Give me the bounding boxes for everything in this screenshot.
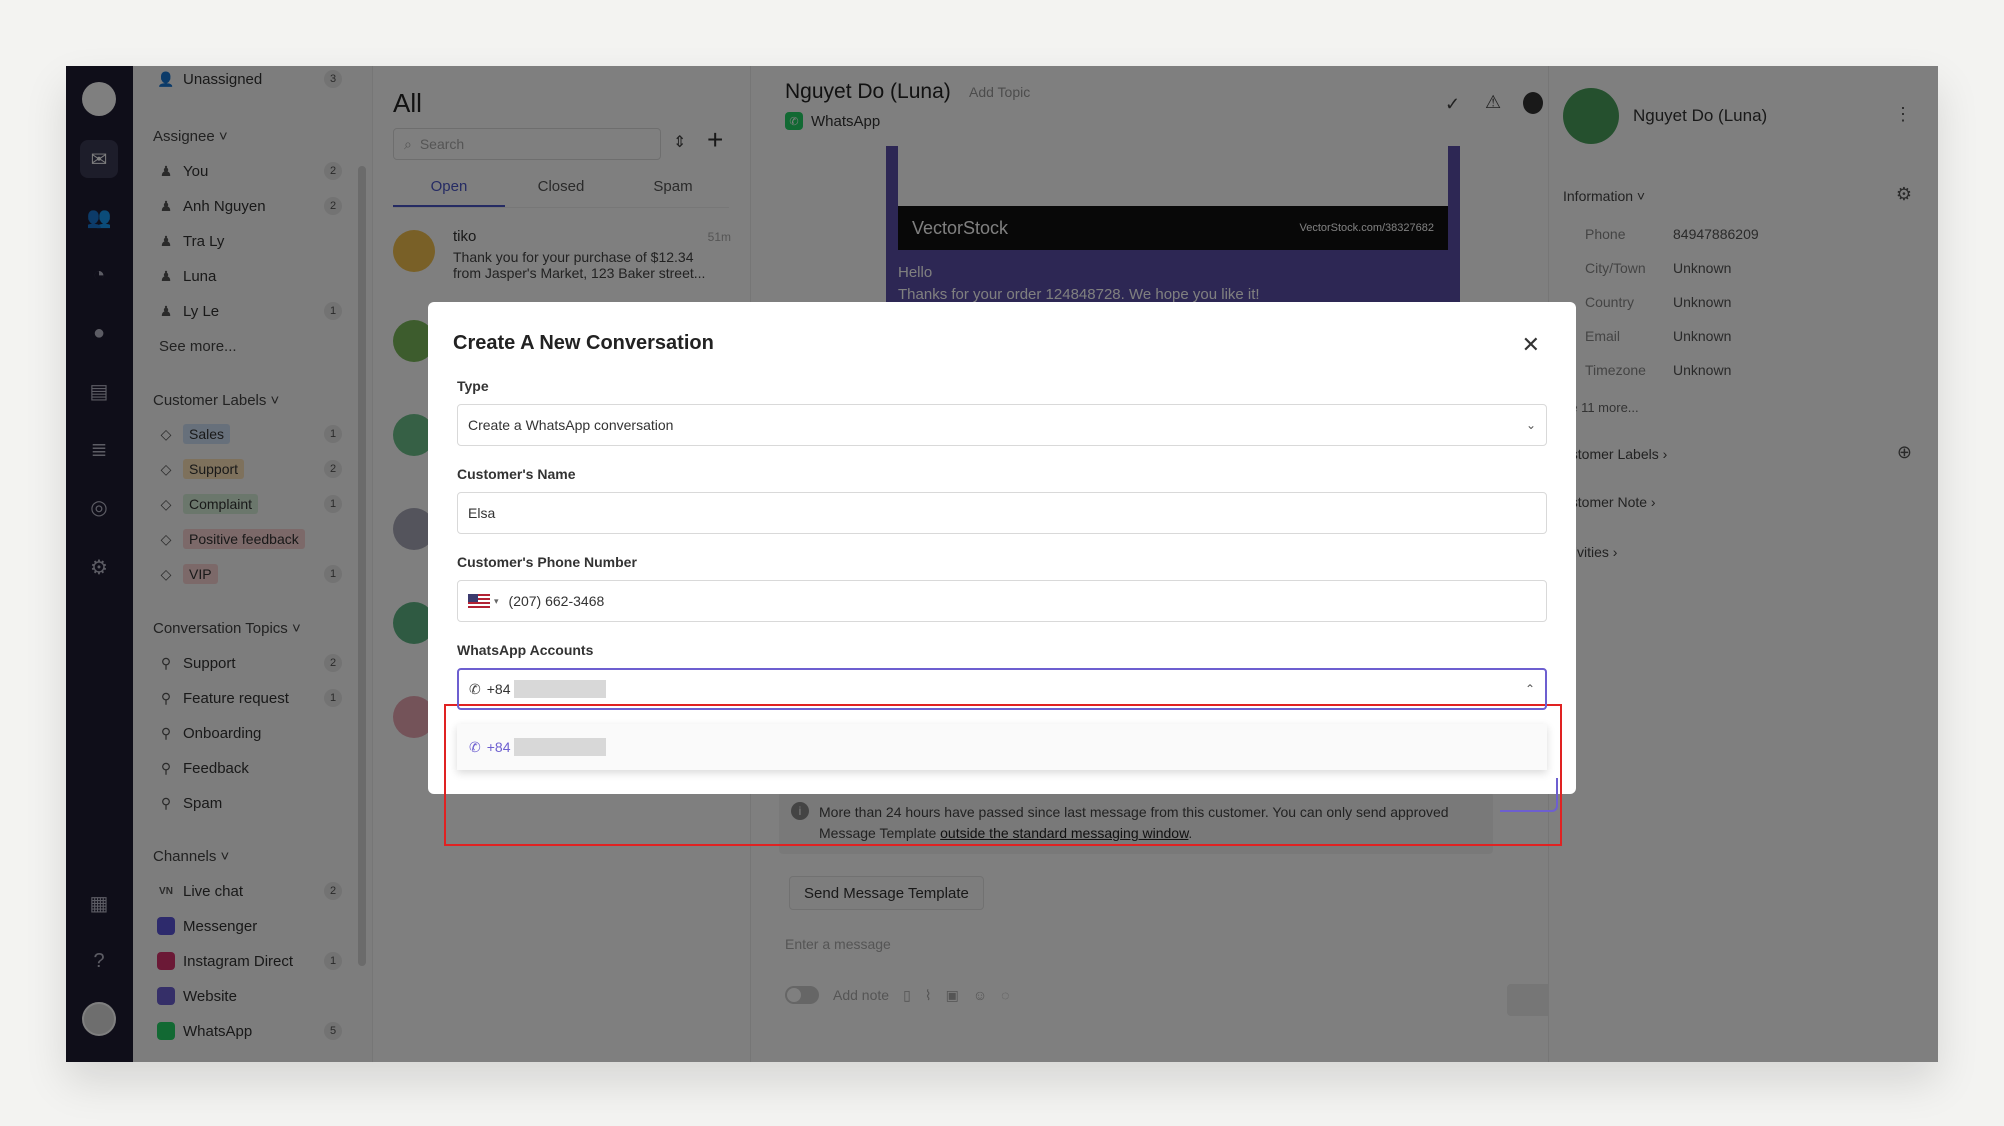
type-value: Create a WhatsApp conversation xyxy=(468,417,674,433)
phone-icon: ✆ xyxy=(469,680,481,697)
phone-number-input[interactable]: ▾ (207) 662-3468 xyxy=(457,580,1547,622)
customer-name-input[interactable]: Elsa xyxy=(457,492,1547,534)
phone-value: (207) 662-3468 xyxy=(508,593,605,609)
chevron-up-icon: ⌃ xyxy=(1524,682,1535,696)
modal-title: Create A New Conversation xyxy=(453,332,714,354)
whatsapp-account-option[interactable]: ✆ +84 xyxy=(457,724,1547,770)
type-select[interactable]: Create a WhatsApp conversation ⌄ xyxy=(457,404,1547,446)
us-flag-icon[interactable] xyxy=(468,594,490,608)
option-value: +84 xyxy=(486,739,511,755)
type-label: Type xyxy=(457,378,489,394)
phone-icon: ✆ xyxy=(469,738,481,755)
phone-label: Customer's Phone Number xyxy=(457,554,637,570)
chevron-down-icon: ⌄ xyxy=(1525,418,1536,432)
name-label: Customer's Name xyxy=(457,466,576,482)
create-conversation-modal: Create A New Conversation ✕ Type Create … xyxy=(428,302,1576,846)
redacted-number xyxy=(514,738,607,756)
account-value: +84 xyxy=(486,681,511,697)
whatsapp-accounts-select[interactable]: ✆ +84 ⌃ xyxy=(457,668,1547,710)
name-value: Elsa xyxy=(468,505,496,521)
close-icon[interactable]: ✕ xyxy=(1522,332,1540,358)
app-window: ✉ 👥 ◔ ● ▤ ≣ ◎ ⚙ ▦ ? 👤 Unassigned 3 Assig… xyxy=(66,66,1938,1062)
create-button-edge[interactable] xyxy=(1500,778,1558,812)
chevron-down-icon[interactable]: ▾ xyxy=(494,596,499,607)
redacted-number xyxy=(514,680,607,698)
whatsapp-accounts-label: WhatsApp Accounts xyxy=(457,642,594,658)
